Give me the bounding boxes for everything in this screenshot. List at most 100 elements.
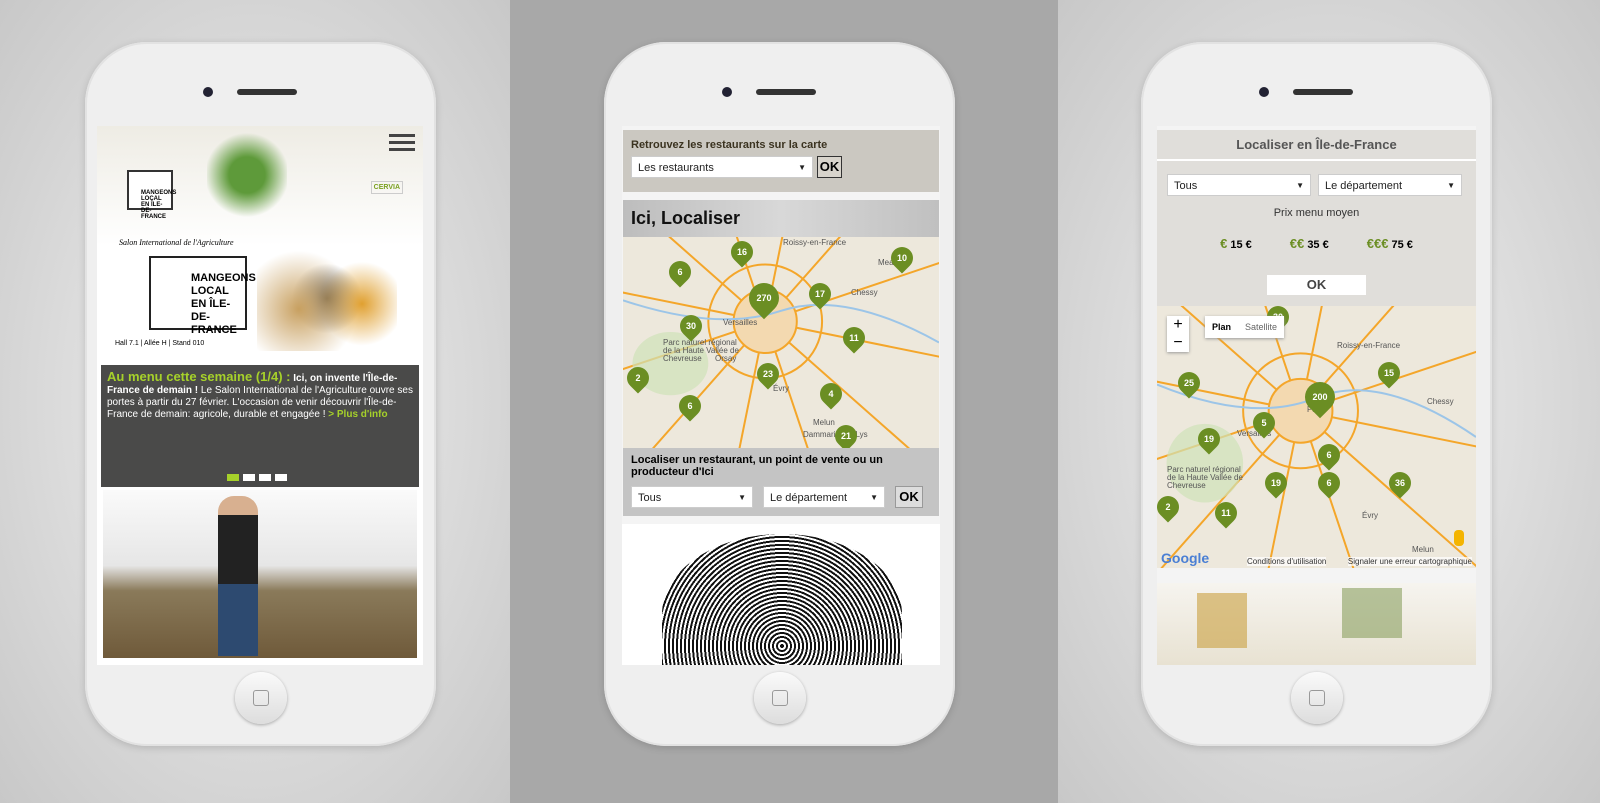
stand-info: Hall 7.1 | Allée H | Stand 010 <box>115 340 205 347</box>
ok-button[interactable]: OK <box>1267 275 1366 295</box>
google-logo: Google <box>1161 550 1210 566</box>
marker-count: 6 <box>677 267 683 277</box>
map-marker[interactable]: 6 <box>1313 439 1345 471</box>
marker-count: 200 <box>1312 392 1328 402</box>
marker-count: 23 <box>762 369 773 379</box>
map-place-label: Parc naturel régional de la Haute Vallée… <box>1167 465 1243 490</box>
map-place-label: Évry <box>1362 511 1378 520</box>
map-marker[interactable]: 10 <box>886 242 918 274</box>
map-marker[interactable]: 5 <box>1248 407 1280 439</box>
map-marker[interactable]: 25 <box>1173 367 1205 399</box>
restaurants-ok-button[interactable]: OK <box>817 156 842 178</box>
map-marker[interactable]: 17 <box>804 278 836 310</box>
marker-count: 6 <box>687 401 693 411</box>
map-marker[interactable]: 19 <box>1260 467 1292 499</box>
street-view-pegman-icon[interactable] <box>1454 530 1464 546</box>
map-marker[interactable]: 200 <box>1298 375 1342 419</box>
carousel-dot[interactable] <box>227 474 239 481</box>
map-marker[interactable]: 4 <box>815 378 847 410</box>
price-option[interactable]: €€€ 75 € <box>1367 236 1413 251</box>
map[interactable]: Roissy-en-France Versailles Orsay Évry Melun… <box>623 237 939 448</box>
map-marker[interactable]: 15 <box>1373 357 1405 389</box>
restaurants-title: Retrouvez les restaurants sur la carte <box>631 139 828 151</box>
section-title: Ici, Localiser <box>623 200 939 237</box>
map-marker[interactable]: 21 <box>830 420 862 448</box>
home-button <box>235 672 287 724</box>
map-marker[interactable]: 2 <box>623 362 654 394</box>
locate-title: Localiser un restaurant, un point de ven… <box>631 454 883 478</box>
locate-panel: Localiser en Île-de-France Tous Le dépar… <box>1157 130 1476 306</box>
restaurants-panel: Retrouvez les restaurants sur la carte L… <box>623 130 939 192</box>
restaurant-photo <box>1157 583 1476 665</box>
home-button <box>1291 672 1343 724</box>
produce-illustration <box>257 246 397 351</box>
map-place-label: Melun <box>1412 545 1434 554</box>
report-error-link[interactable]: Signaler une erreur cartographique <box>1347 557 1472 566</box>
price-symbol: €€ <box>1289 236 1305 251</box>
map-marker[interactable]: 23 <box>752 358 784 390</box>
news-carousel: Au menu cette semaine (1/4) : Ici, on in… <box>101 365 419 487</box>
farmer-photo <box>103 490 417 658</box>
marker-count: 2 <box>635 373 641 383</box>
zoom-in-button[interactable]: + <box>1167 316 1189 334</box>
map[interactable]: Roissy-en-FranceParisVersaillesChessyÉvr… <box>1157 306 1476 568</box>
speaker <box>756 89 816 95</box>
map-marker[interactable]: 11 <box>838 322 870 354</box>
map-type-satellite[interactable]: Satellite <box>1238 316 1284 338</box>
camera <box>1259 87 1269 97</box>
map-marker[interactable]: 6 <box>1313 467 1345 499</box>
cabbage-illustration <box>622 524 940 665</box>
carousel-dot[interactable] <box>243 474 255 481</box>
marker-count: 4 <box>828 389 834 399</box>
map-place-label: Chessy <box>1427 397 1454 406</box>
price-symbol: € <box>1220 236 1228 251</box>
carousel-headline: Au menu cette semaine (1/4) : <box>107 369 291 384</box>
carousel-dot[interactable] <box>259 474 271 481</box>
price-option[interactable]: € 15 € <box>1220 236 1252 251</box>
map-place-label: Melun <box>813 418 835 427</box>
price-symbol: €€€ <box>1366 236 1389 251</box>
phone-mockup-1: MANGEONS LOCAL EN ÎLE-DE-FRANCE CERVIA S… <box>85 42 436 746</box>
type-select[interactable]: Tous <box>631 486 753 509</box>
salon-title: Salon International de l'Agriculture <box>119 238 234 247</box>
map-place-label: Roissy-en-France <box>1337 341 1401 350</box>
restaurants-select[interactable]: Les restaurants <box>631 156 813 179</box>
home-button <box>754 672 806 724</box>
map-marker[interactable]: 270 <box>742 276 786 320</box>
zoom-out-button[interactable]: − <box>1167 334 1189 352</box>
department-select[interactable]: Le département <box>763 486 885 509</box>
phone-mockup-3: Localiser en Île-de-France Tous Le dépar… <box>1141 42 1492 746</box>
map-place-label: Chessy <box>851 288 878 297</box>
price-value: 15 € <box>1230 239 1252 251</box>
type-select[interactable]: Tous <box>1167 174 1311 197</box>
map-marker[interactable]: 6 <box>664 256 696 288</box>
map-marker[interactable]: 30 <box>675 310 707 342</box>
map-place-label: Parc naturel régional de la Haute Vallée… <box>663 338 739 363</box>
screen-locate: Localiser en Île-de-France Tous Le dépar… <box>1157 126 1476 665</box>
map-place-label: Roissy-en-France <box>783 238 847 247</box>
map-type-plan[interactable]: Plan <box>1205 316 1238 338</box>
marker-count: 21 <box>840 431 851 441</box>
price-option[interactable]: €€ 35 € <box>1290 236 1329 251</box>
logo-large: MANGEONS LOCAL EN ÎLE-DE-FRANCE <box>149 256 256 336</box>
map-marker[interactable]: 11 <box>1210 497 1242 529</box>
logo-small: MANGEONS LOCAL EN ÎLE-DE-FRANCE <box>127 170 176 220</box>
vegetables-illustration <box>207 130 287 220</box>
terms-link[interactable]: Conditions d'utilisation <box>1247 557 1327 566</box>
map-marker[interactable]: 36 <box>1384 467 1416 499</box>
map-place-label: Versailles <box>723 318 758 327</box>
carousel-dot[interactable] <box>275 474 287 481</box>
map-marker[interactable]: 19 <box>1193 423 1225 455</box>
more-info-link[interactable]: > Plus d'info <box>328 409 387 420</box>
map-marker[interactable]: 6 <box>674 390 706 422</box>
marker-count: 270 <box>756 293 772 303</box>
hamburger-menu-icon[interactable] <box>389 134 415 151</box>
locate-panel: Localiser un restaurant, un point de ven… <box>623 448 939 516</box>
marker-count: 11 <box>1221 508 1231 518</box>
marker-count: 5 <box>1261 418 1267 428</box>
map-marker[interactable]: 16 <box>726 237 758 268</box>
locate-ok-button[interactable]: OK <box>895 486 923 508</box>
department-select[interactable]: Le département <box>1318 174 1462 197</box>
marker-count: 17 <box>814 289 825 299</box>
marker-count: 6 <box>1326 478 1332 488</box>
